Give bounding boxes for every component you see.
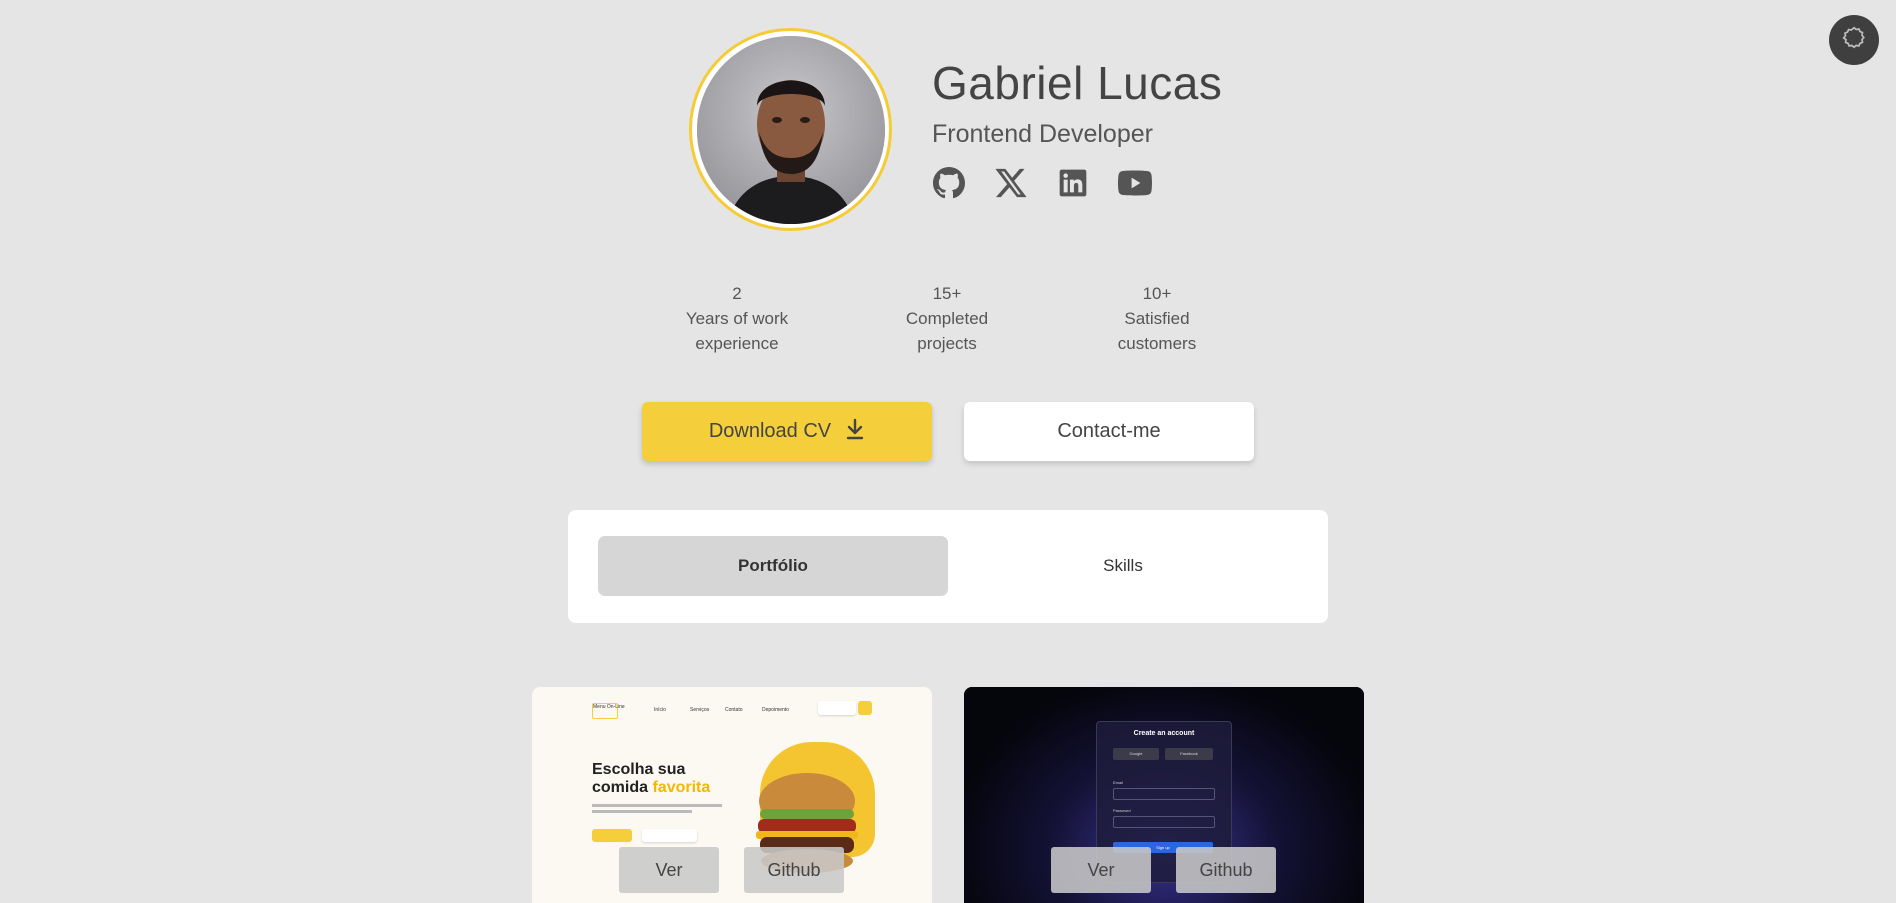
avatar — [689, 28, 892, 231]
youtube-icon[interactable] — [1118, 166, 1152, 200]
facebook-button: Facebook — [1165, 748, 1213, 760]
preview-cta — [592, 829, 632, 842]
password-field — [1113, 816, 1215, 828]
github-project-button[interactable]: Github — [1176, 847, 1276, 893]
view-project-button[interactable]: Ver — [1051, 847, 1151, 893]
preview-heading-plain: comida — [592, 779, 653, 796]
stat-number: 10+ — [1142, 284, 1172, 303]
gear-icon — [1841, 25, 1867, 56]
project-card: Menu On-Line Início Serviços Contato Dep… — [532, 687, 932, 903]
avatar-photo — [696, 35, 885, 224]
form-title: Create an account — [1133, 730, 1195, 737]
stat-number: 2 — [732, 284, 742, 303]
email-field — [1113, 788, 1215, 800]
stat-customers: 10+ Satisfied customers — [1082, 281, 1232, 356]
profile-name: Gabriel Lucas — [932, 57, 1223, 109]
preview-nav-item: Contato — [725, 707, 743, 713]
preview-heading-accent: favorita — [652, 779, 711, 796]
stat-label: Years of work — [685, 309, 789, 328]
project-preview: Menu On-Line Início Serviços Contato Dep… — [532, 687, 932, 903]
github-project-button[interactable]: Github — [744, 847, 844, 893]
stat-label: Satisfied — [1124, 309, 1190, 328]
stat-label: experience — [695, 334, 779, 353]
preview-heading-line2: comida favorita — [592, 779, 710, 797]
email-label: Email — [1113, 780, 1124, 785]
preview-heading: Escolha sua comida favorita — [592, 761, 710, 797]
linkedin-icon[interactable] — [1056, 166, 1090, 200]
stat-experience: 2 Years of work experience — [662, 281, 812, 356]
view-project-button[interactable]: Ver — [619, 847, 719, 893]
password-label: Password — [1113, 808, 1131, 813]
download-icon — [845, 418, 865, 446]
x-icon[interactable] — [994, 166, 1028, 200]
section-tabs: Portfólio Skills — [568, 510, 1328, 623]
download-cv-button[interactable]: Download CV — [642, 402, 932, 461]
cart-icon — [858, 701, 872, 715]
preview-nav-item: Serviços — [690, 707, 710, 713]
stat-label: projects — [917, 334, 977, 353]
preview-search — [818, 701, 856, 715]
preview-logo: Menu On-Line — [592, 703, 625, 719]
stat-number: 15+ — [932, 284, 962, 303]
stat-projects: 15+ Completed projects — [872, 281, 1022, 356]
stat-label: Completed — [905, 309, 989, 328]
tab-portfolio[interactable]: Portfólio — [598, 536, 948, 596]
profile-role: Frontend Developer — [932, 120, 1153, 148]
github-icon[interactable] — [932, 166, 966, 200]
project-preview: Create an account Google Facebook Email … — [964, 687, 1364, 903]
social-links — [932, 166, 1152, 200]
preview-heading-line1: Escolha sua — [592, 761, 686, 778]
project-card: Create an account Google Facebook Email … — [964, 687, 1364, 903]
preview-nav-item: Depoimento — [762, 707, 789, 713]
preview-text-line — [592, 810, 692, 813]
google-button: Google — [1113, 748, 1159, 760]
tab-skills[interactable]: Skills — [948, 536, 1298, 596]
download-cv-label: Download CV — [708, 420, 832, 442]
preview-nav-item: Início — [654, 707, 666, 713]
stat-label: customers — [1117, 334, 1197, 353]
preview-phone — [642, 829, 697, 842]
theme-toggle-button[interactable] — [1829, 15, 1879, 65]
preview-text-line — [592, 804, 722, 807]
contact-button[interactable]: Contact-me — [964, 402, 1254, 461]
